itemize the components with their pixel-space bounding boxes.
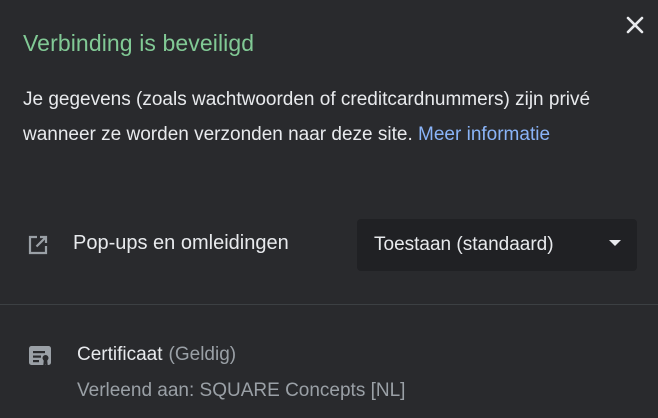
chevron-down-icon [609, 240, 621, 246]
select-value: Toestaan (standaard) [374, 234, 554, 255]
certificate-label: Certificaat [77, 344, 163, 365]
learn-more-link[interactable]: Meer informatie [418, 124, 550, 145]
permission-row-popups: Pop-ups en omleidingen Toestaan (standaa… [0, 218, 658, 272]
popups-permission-select[interactable]: Toestaan (standaard) [357, 219, 637, 271]
site-info-popup: Verbinding is beveiligd Je gegevens (zoa… [0, 0, 658, 418]
connection-description: Je gegevens (zoals wachtwoorden of credi… [23, 82, 633, 152]
external-link-icon [26, 233, 50, 257]
connection-status-title: Verbinding is beveiligd [23, 30, 255, 56]
close-button[interactable] [622, 12, 648, 38]
certificate-row[interactable]: Certificaat (Geldig) Verleend aan: SQUARE… [0, 330, 658, 410]
certificate-title: Certificaat (Geldig) [77, 344, 236, 366]
permission-label: Pop-ups en omleidingen [73, 232, 289, 254]
divider [0, 304, 658, 305]
certificate-icon [27, 343, 53, 369]
close-icon [626, 16, 644, 34]
certificate-status: (Geldig) [168, 344, 237, 365]
certificate-issued-to: Verleend aan: SQUARE Concepts [NL] [77, 380, 406, 401]
